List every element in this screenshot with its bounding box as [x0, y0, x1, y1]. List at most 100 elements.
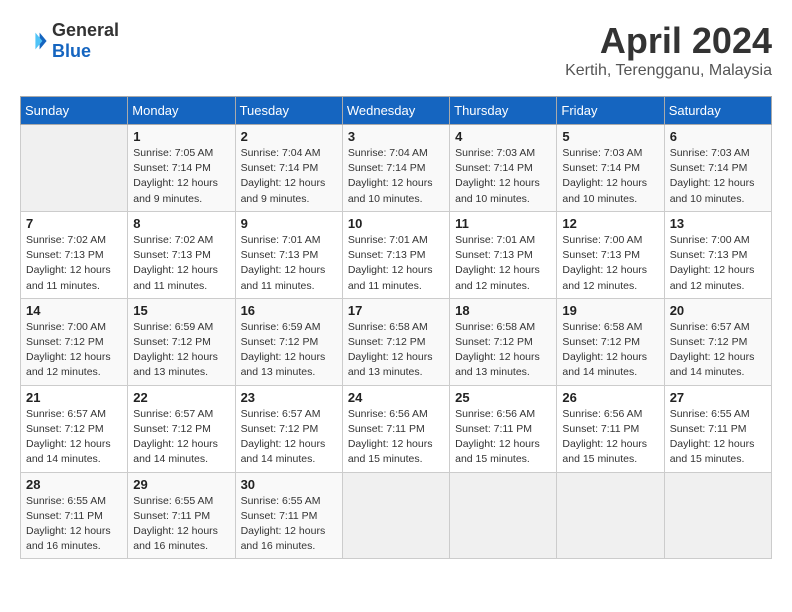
- day-info: Sunrise: 7:01 AMSunset: 7:13 PMDaylight:…: [455, 233, 551, 294]
- day-info: Sunrise: 7:03 AMSunset: 7:14 PMDaylight:…: [562, 146, 658, 207]
- day-cell: 4Sunrise: 7:03 AMSunset: 7:14 PMDaylight…: [450, 125, 557, 212]
- day-cell: 7 Sunrise: 7:02 AMSunset: 7:13 PMDaylight…: [21, 211, 128, 298]
- day-cell: [450, 472, 557, 559]
- day-number: 3: [348, 129, 444, 144]
- day-number: 20: [670, 303, 766, 318]
- day-number: 18: [455, 303, 551, 318]
- day-cell: 5 Sunrise: 7:03 AMSunset: 7:14 PMDaylight…: [557, 125, 664, 212]
- day-number: 6: [670, 129, 766, 144]
- title-block: April 2024 Kertih, Terengganu, Malaysia: [565, 20, 772, 80]
- page-header: General Blue April 2024 Kertih, Terengga…: [20, 20, 772, 80]
- header-cell-sunday: Sunday: [21, 97, 128, 125]
- day-number: 25: [455, 390, 551, 405]
- day-cell: 27 Sunrise: 6:55 AMSunset: 7:11 PMDayligh…: [664, 385, 771, 472]
- day-number: 15: [133, 303, 229, 318]
- day-number: 19: [562, 303, 658, 318]
- day-info: Sunrise: 7:04 AMSunset: 7:14 PMDaylight:…: [348, 146, 444, 207]
- day-cell: 9Sunrise: 7:01 AMSunset: 7:13 PMDaylight…: [235, 211, 342, 298]
- day-cell: 8Sunrise: 7:02 AMSunset: 7:13 PMDaylight…: [128, 211, 235, 298]
- day-number: 13: [670, 216, 766, 231]
- day-number: 7: [26, 216, 122, 231]
- day-cell: 13 Sunrise: 7:00 AMSunset: 7:13 PMDayligh…: [664, 211, 771, 298]
- header-cell-thursday: Thursday: [450, 97, 557, 125]
- week-row-4: 21 Sunrise: 6:57 AMSunset: 7:12 PMDayligh…: [21, 385, 772, 472]
- logo: General Blue: [20, 20, 119, 62]
- day-number: 21: [26, 390, 122, 405]
- day-info: Sunrise: 7:05 AMSunset: 7:14 PMDaylight:…: [133, 146, 229, 207]
- day-info: Sunrise: 7:04 AMSunset: 7:14 PMDaylight:…: [241, 146, 337, 207]
- day-info: Sunrise: 6:57 AMSunset: 7:12 PMDaylight:…: [241, 407, 337, 468]
- day-cell: 17Sunrise: 6:58 AMSunset: 7:12 PMDayligh…: [342, 298, 449, 385]
- day-number: 16: [241, 303, 337, 318]
- day-cell: 3 Sunrise: 7:04 AMSunset: 7:14 PMDaylight…: [342, 125, 449, 212]
- day-cell: 6 Sunrise: 7:03 AMSunset: 7:14 PMDaylight…: [664, 125, 771, 212]
- logo-text: General Blue: [52, 20, 119, 62]
- month-title: April 2024: [565, 20, 772, 62]
- day-cell: 22Sunrise: 6:57 AMSunset: 7:12 PMDayligh…: [128, 385, 235, 472]
- day-cell: 12 Sunrise: 7:00 AMSunset: 7:13 PMDayligh…: [557, 211, 664, 298]
- day-info: Sunrise: 7:03 AMSunset: 7:14 PMDaylight:…: [670, 146, 766, 207]
- header-cell-friday: Friday: [557, 97, 664, 125]
- day-info: Sunrise: 6:58 AMSunset: 7:12 PMDaylight:…: [455, 320, 551, 381]
- day-number: 27: [670, 390, 766, 405]
- day-cell: 30Sunrise: 6:55 AMSunset: 7:11 PMDayligh…: [235, 472, 342, 559]
- day-info: Sunrise: 6:55 AMSunset: 7:11 PMDaylight:…: [133, 494, 229, 555]
- day-number: 5: [562, 129, 658, 144]
- week-row-3: 14Sunrise: 7:00 AMSunset: 7:12 PMDayligh…: [21, 298, 772, 385]
- day-cell: [342, 472, 449, 559]
- day-info: Sunrise: 7:00 AMSunset: 7:12 PMDaylight:…: [26, 320, 122, 381]
- day-info: Sunrise: 7:00 AMSunset: 7:13 PMDaylight:…: [562, 233, 658, 294]
- header-row: SundayMondayTuesdayWednesdayThursdayFrid…: [21, 97, 772, 125]
- day-number: 1: [133, 129, 229, 144]
- day-cell: 16 Sunrise: 6:59 AMSunset: 7:12 PMDayligh…: [235, 298, 342, 385]
- day-number: 28: [26, 477, 122, 492]
- logo-general: General: [52, 20, 119, 41]
- header-cell-wednesday: Wednesday: [342, 97, 449, 125]
- day-cell: 19 Sunrise: 6:58 AMSunset: 7:12 PMDayligh…: [557, 298, 664, 385]
- day-info: Sunrise: 7:02 AMSunset: 7:13 PMDaylight:…: [26, 233, 122, 294]
- week-row-5: 28 Sunrise: 6:55 AMSunset: 7:11 PMDayligh…: [21, 472, 772, 559]
- day-number: 12: [562, 216, 658, 231]
- day-info: Sunrise: 6:57 AMSunset: 7:12 PMDaylight:…: [670, 320, 766, 381]
- day-number: 22: [133, 390, 229, 405]
- header-cell-tuesday: Tuesday: [235, 97, 342, 125]
- logo-blue: Blue: [52, 41, 119, 62]
- day-cell: 23Sunrise: 6:57 AMSunset: 7:12 PMDayligh…: [235, 385, 342, 472]
- location: Kertih, Terengganu, Malaysia: [565, 62, 772, 80]
- day-cell: 2 Sunrise: 7:04 AMSunset: 7:14 PMDaylight…: [235, 125, 342, 212]
- day-number: 11: [455, 216, 551, 231]
- day-cell: 26 Sunrise: 6:56 AMSunset: 7:11 PMDayligh…: [557, 385, 664, 472]
- logo-icon: [20, 27, 48, 55]
- day-info: Sunrise: 6:56 AMSunset: 7:11 PMDaylight:…: [562, 407, 658, 468]
- day-info: Sunrise: 6:58 AMSunset: 7:12 PMDaylight:…: [562, 320, 658, 381]
- day-number: 10: [348, 216, 444, 231]
- day-cell: 11 Sunrise: 7:01 AMSunset: 7:13 PMDayligh…: [450, 211, 557, 298]
- day-info: Sunrise: 6:56 AMSunset: 7:11 PMDaylight:…: [455, 407, 551, 468]
- day-info: Sunrise: 7:01 AMSunset: 7:13 PMDaylight:…: [241, 233, 337, 294]
- day-info: Sunrise: 7:03 AMSunset: 7:14 PMDaylight:…: [455, 146, 551, 207]
- day-cell: [664, 472, 771, 559]
- header-cell-monday: Monday: [128, 97, 235, 125]
- day-info: Sunrise: 6:55 AMSunset: 7:11 PMDaylight:…: [670, 407, 766, 468]
- day-info: Sunrise: 6:55 AMSunset: 7:11 PMDaylight:…: [26, 494, 122, 555]
- day-info: Sunrise: 6:59 AMSunset: 7:12 PMDaylight:…: [241, 320, 337, 381]
- day-cell: 15 Sunrise: 6:59 AMSunset: 7:12 PMDayligh…: [128, 298, 235, 385]
- calendar-table: SundayMondayTuesdayWednesdayThursdayFrid…: [20, 96, 772, 559]
- day-cell: 10Sunrise: 7:01 AMSunset: 7:13 PMDayligh…: [342, 211, 449, 298]
- day-info: Sunrise: 6:56 AMSunset: 7:11 PMDaylight:…: [348, 407, 444, 468]
- day-number: 2: [241, 129, 337, 144]
- day-cell: [21, 125, 128, 212]
- day-cell: 1 Sunrise: 7:05 AMSunset: 7:14 PMDaylight…: [128, 125, 235, 212]
- day-number: 8: [133, 216, 229, 231]
- day-cell: 25 Sunrise: 6:56 AMSunset: 7:11 PMDayligh…: [450, 385, 557, 472]
- day-cell: 14Sunrise: 7:00 AMSunset: 7:12 PMDayligh…: [21, 298, 128, 385]
- day-number: 26: [562, 390, 658, 405]
- day-cell: [557, 472, 664, 559]
- day-cell: 28 Sunrise: 6:55 AMSunset: 7:11 PMDayligh…: [21, 472, 128, 559]
- day-cell: 29Sunrise: 6:55 AMSunset: 7:11 PMDayligh…: [128, 472, 235, 559]
- day-info: Sunrise: 7:00 AMSunset: 7:13 PMDaylight:…: [670, 233, 766, 294]
- day-cell: 24Sunrise: 6:56 AMSunset: 7:11 PMDayligh…: [342, 385, 449, 472]
- day-info: Sunrise: 6:59 AMSunset: 7:12 PMDaylight:…: [133, 320, 229, 381]
- day-number: 17: [348, 303, 444, 318]
- day-number: 30: [241, 477, 337, 492]
